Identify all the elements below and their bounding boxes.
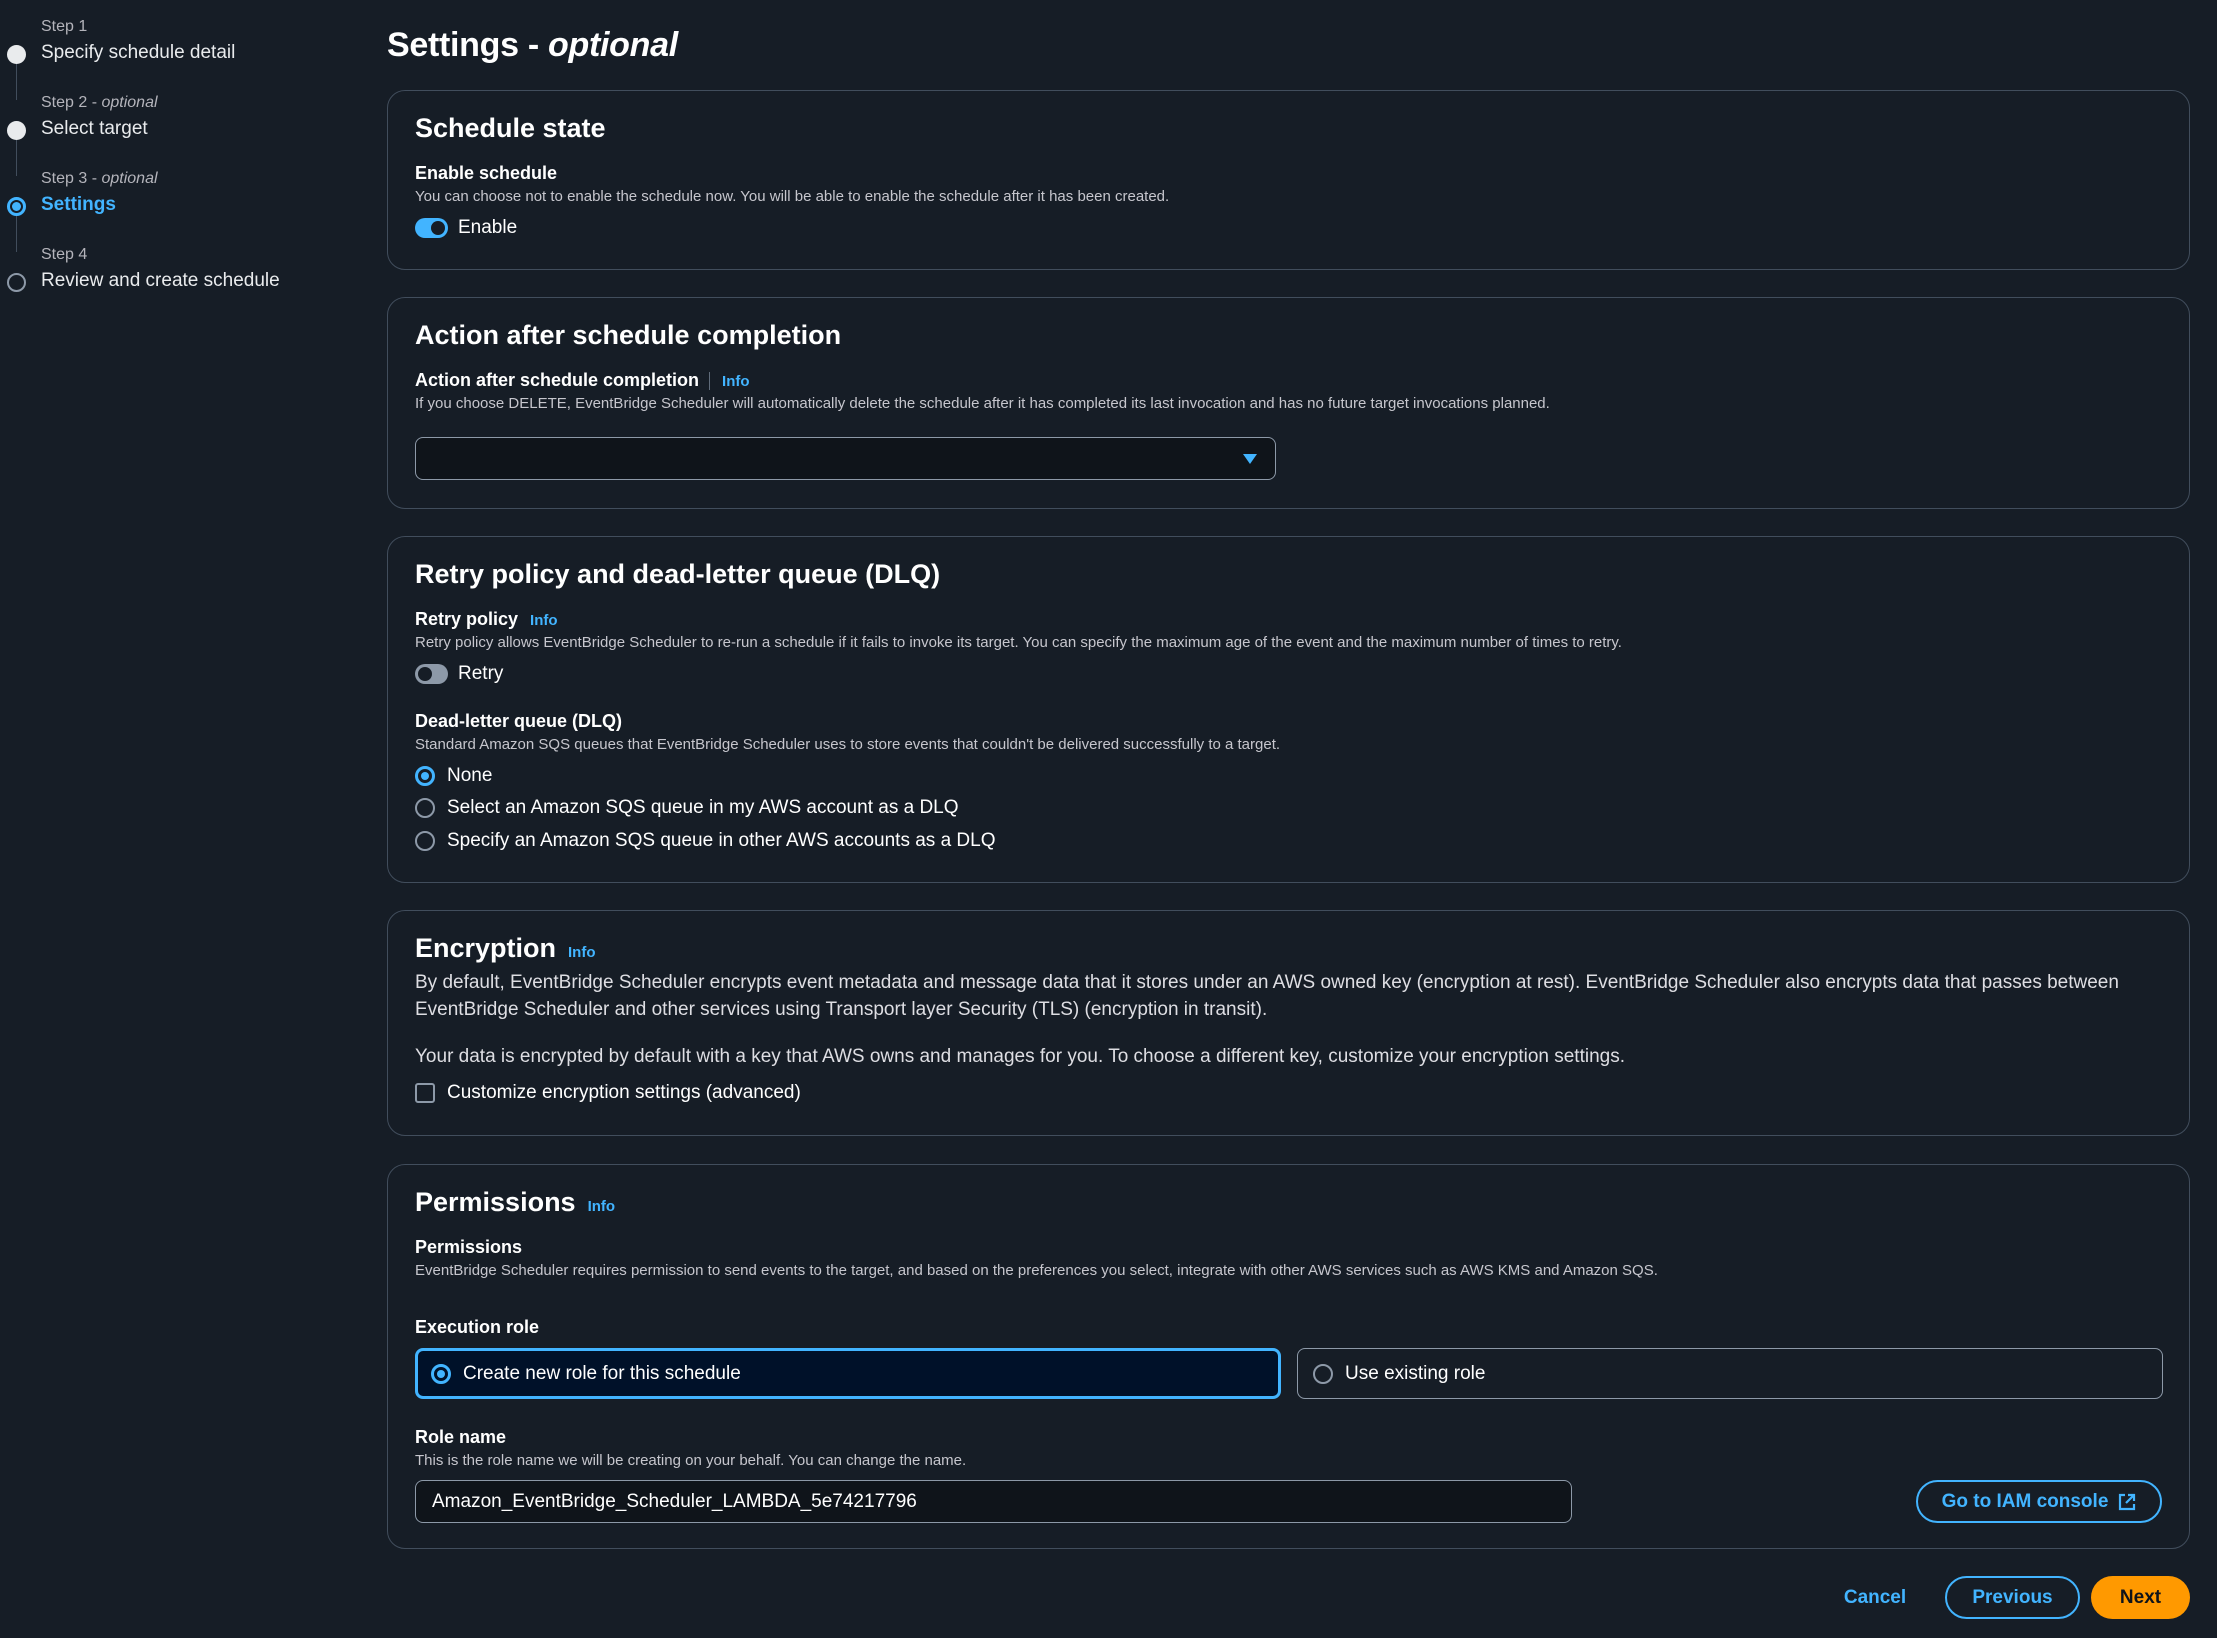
create-new-role-tile[interactable]: Create new role for this schedule (415, 1348, 1281, 1399)
retry-dlq-panel: Retry policy and dead-letter queue (DLQ)… (387, 536, 2190, 883)
panel-title: Retry policy and dead-letter queue (DLQ) (415, 559, 941, 589)
go-to-iam-console-button[interactable]: Go to IAM console (1916, 1480, 2162, 1523)
previous-button[interactable]: Previous (1945, 1576, 2080, 1619)
page-title: Settings - optional (387, 26, 678, 64)
external-link-icon (2119, 1493, 2136, 1510)
cancel-button[interactable]: Cancel (1832, 1576, 1918, 1619)
field-description: EventBridge Scheduler requires permissio… (415, 1262, 1658, 1279)
panel-title: Encryption Info (415, 933, 596, 963)
step-number: Step 4 (41, 246, 88, 263)
radio-label: Select an Amazon SQS queue in my AWS acc… (447, 797, 959, 818)
schedule-state-panel: Schedule state Enable schedule You can c… (387, 90, 2190, 270)
toggle-label: Enable (458, 217, 518, 238)
step-pending-icon (7, 273, 26, 292)
encryption-panel: Encryption Info By default, EventBridge S… (387, 910, 2190, 1136)
enable-schedule-toggle[interactable]: Enable (415, 217, 517, 239)
info-link[interactable]: Info (518, 612, 558, 629)
permissions-panel: Permissions Info Permissions EventBridge … (387, 1164, 2190, 1549)
panel-title: Action after schedule completion (415, 320, 842, 350)
field-label: Permissions (415, 1237, 523, 1257)
step-current-icon (7, 197, 26, 216)
step-title: Review and create schedule (41, 270, 280, 291)
encryption-description: By default, EventBridge Scheduler encryp… (415, 972, 2119, 1020)
field-description: This is the role name we will be creatin… (415, 1452, 967, 1469)
step-title: Settings (41, 194, 116, 215)
toggle-switch[interactable] (415, 664, 448, 684)
info-link[interactable]: Info (576, 1198, 616, 1215)
field-description: You can choose not to enable the schedul… (415, 188, 1170, 205)
radio-label: Create new role for this schedule (463, 1362, 741, 1384)
step-complete-icon (7, 121, 26, 140)
completion-action-panel: Action after schedule completion Action … (387, 297, 2190, 509)
dlq-label: Dead-letter queue (DLQ) (415, 711, 623, 731)
step-4: Step 4 Review and create schedule (0, 240, 340, 316)
step-title[interactable]: Select target (41, 118, 148, 140)
encryption-default-note: Your data is encrypted by default with a… (415, 1046, 1625, 1067)
radio-label: Specify an Amazon SQS queue in other AWS… (447, 830, 996, 851)
radio-button[interactable] (415, 766, 435, 786)
field-label: Enable schedule (415, 163, 558, 183)
step-number: Step 1 (41, 18, 88, 35)
button-label: Go to IAM console (1941, 1490, 2109, 1512)
toggle-label: Retry (458, 663, 504, 684)
execution-role-label: Execution role (415, 1317, 540, 1337)
wizard-steps-nav: Step 1 Specify schedule detail Step 2 - … (0, 12, 340, 316)
retry-toggle[interactable]: Retry (415, 663, 503, 685)
radio-button[interactable] (415, 831, 435, 851)
radio-label: Use existing role (1345, 1362, 1486, 1384)
radio-button[interactable] (431, 1363, 451, 1384)
step-number: Step 3 - optional (41, 170, 158, 187)
info-link[interactable]: Info (556, 944, 596, 961)
step-title[interactable]: Specify schedule detail (41, 42, 235, 64)
panel-title: Permissions Info (415, 1187, 616, 1217)
step-2[interactable]: Step 2 - optional Select target (0, 88, 340, 164)
radio-button[interactable] (415, 798, 435, 818)
checkbox[interactable] (415, 1083, 435, 1103)
step-number: Step 2 - optional (41, 94, 158, 111)
dlq-option-other-account[interactable]: Specify an Amazon SQS queue in other AWS… (415, 830, 996, 852)
field-description: If you choose DELETE, EventBridge Schedu… (415, 395, 1550, 412)
panel-title: Schedule state (415, 113, 606, 143)
toggle-switch[interactable] (415, 218, 448, 238)
radio-button[interactable] (1313, 1363, 1333, 1384)
completion-action-select[interactable] (415, 437, 1276, 480)
next-button[interactable]: Next (2091, 1576, 2190, 1619)
caret-down-icon (1243, 454, 1257, 464)
field-description: Retry policy allows EventBridge Schedule… (415, 634, 1622, 651)
checkbox-label: Customize encryption settings (advanced) (447, 1082, 801, 1103)
dlq-option-none[interactable]: None (415, 765, 492, 787)
customize-encryption-checkbox[interactable]: Customize encryption settings (advanced) (415, 1082, 801, 1104)
info-link[interactable]: Info (710, 373, 750, 390)
field-label: Retry policy Info (415, 609, 558, 629)
field-label: Action after schedule completion Info (415, 370, 750, 391)
step-1[interactable]: Step 1 Specify schedule detail (0, 12, 340, 88)
role-name-label: Role name (415, 1427, 507, 1447)
step-complete-icon (7, 45, 26, 64)
radio-label: None (447, 765, 493, 786)
use-existing-role-tile[interactable]: Use existing role (1297, 1348, 2163, 1399)
role-name-input[interactable]: Amazon_EventBridge_Scheduler_LAMBDA_5e74… (415, 1480, 1572, 1523)
field-description: Standard Amazon SQS queues that EventBri… (415, 736, 1281, 753)
dlq-option-same-account[interactable]: Select an Amazon SQS queue in my AWS acc… (415, 797, 959, 819)
step-3: Step 3 - optional Settings (0, 164, 340, 240)
